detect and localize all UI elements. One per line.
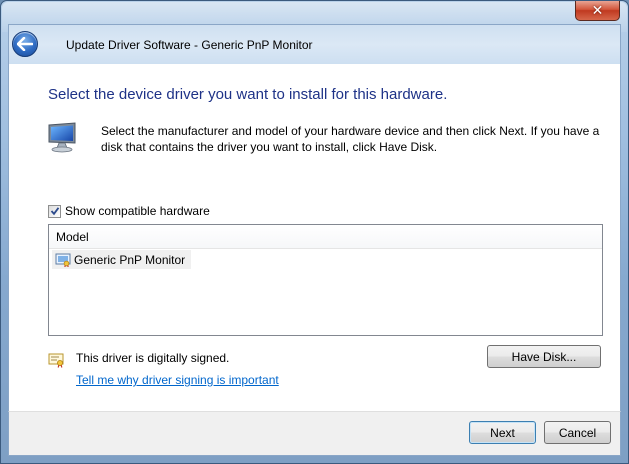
driver-certificate-icon [55,253,71,267]
model-column-header[interactable]: Model [49,225,602,249]
list-item-label: Generic PnP Monitor [74,252,186,267]
dialog-footer: Next Cancel [8,411,621,456]
page-title: Select the device driver you want to ins… [48,86,448,103]
content-panel: Select the device driver you want to ins… [8,64,621,411]
cancel-button[interactable]: Cancel [544,421,611,444]
show-compatible-label: Show compatible hardware [65,204,210,218]
driver-signing-link[interactable]: Tell me why driver signing is important [76,373,279,387]
title-bar: Update Driver Software - Generic PnP Mon… [8,24,621,64]
digital-signature-icon [48,353,64,368]
model-list[interactable]: Model Generic PnP Monitor [48,224,603,336]
instructions-text: Select the manufacturer and model of you… [101,124,600,154]
have-disk-button[interactable]: Have Disk... [487,345,601,368]
show-compatible-row[interactable]: Show compatible hardware [48,204,210,218]
show-compatible-checkbox[interactable] [48,204,61,218]
list-item[interactable]: Generic PnP Monitor [52,250,192,269]
back-arrow-icon [17,37,33,51]
checkmark-icon [50,207,59,216]
signed-status-text: This driver is digitally signed. [76,351,230,365]
close-icon: ✕ [591,2,604,19]
monitor-icon [48,122,76,153]
window-title: Update Driver Software - Generic PnP Mon… [66,38,313,52]
back-button[interactable] [12,31,38,57]
next-button[interactable]: Next [469,421,536,444]
close-button[interactable]: ✕ [575,1,620,21]
